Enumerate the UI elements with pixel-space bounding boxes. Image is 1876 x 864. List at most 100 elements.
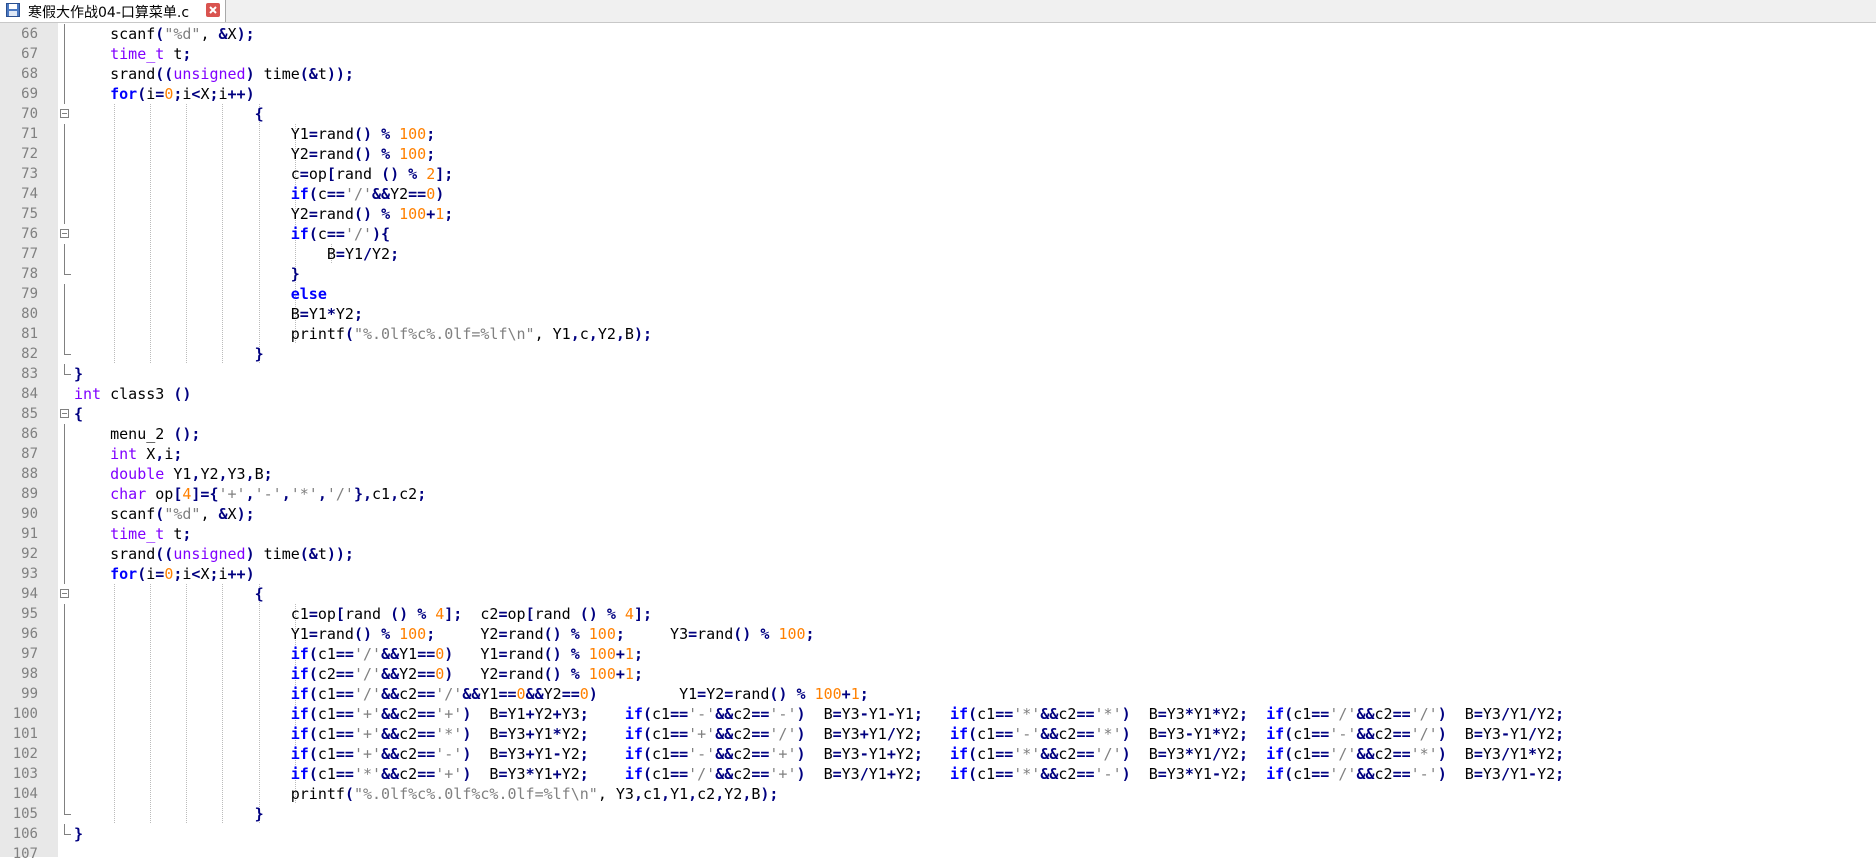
code-token: - xyxy=(886,705,896,723)
code-line[interactable]: 66 scanf("%d", &X); xyxy=(0,24,1876,44)
code-token: c1 xyxy=(1293,725,1312,743)
fold-toggle-icon[interactable] xyxy=(60,409,69,418)
code-line[interactable]: 107 xyxy=(0,844,1876,864)
code-token: () xyxy=(353,205,373,223)
code-line[interactable]: 77 B=Y1/Y2; xyxy=(0,244,1876,264)
code-token: , Y1 xyxy=(534,325,571,343)
code-line[interactable]: 76 if(c=='/'){ xyxy=(0,224,1876,244)
code-token: ; xyxy=(579,765,589,783)
code-token: if xyxy=(290,665,309,683)
code-text: time_t t; xyxy=(74,44,191,64)
code-line[interactable]: 83} xyxy=(0,364,1876,384)
code-line[interactable]: 90 scanf("%d", &X); xyxy=(0,504,1876,524)
code-token: () xyxy=(769,685,788,703)
code-line[interactable]: 82 } xyxy=(0,344,1876,364)
code-line[interactable]: 101 if(c1=='+'&&c2=='*') B=Y3+Y1*Y2; if(… xyxy=(0,724,1876,744)
fold-toggle-icon[interactable] xyxy=(60,229,69,238)
code-token: ; xyxy=(913,765,923,783)
code-token: == xyxy=(751,765,770,783)
code-line[interactable]: 70 { xyxy=(0,104,1876,124)
code-token: == xyxy=(1311,725,1330,743)
code-line[interactable]: 71 Y1=rand() % 100; xyxy=(0,124,1876,144)
code-line[interactable]: 104 printf("%.0lf%c%.0lf%c%.0lf=%lf\n", … xyxy=(0,784,1876,804)
code-line[interactable]: 98 if(c2=='/'&&Y2==0) Y2=rand() % 100+1; xyxy=(0,664,1876,684)
code-token: ; xyxy=(182,45,192,63)
code-token: + xyxy=(615,645,625,663)
code-line[interactable]: 73 c=op[rand () % 2]; xyxy=(0,164,1876,184)
code-text: Y2=rand() % 100; xyxy=(74,144,436,164)
code-line[interactable]: 69 for(i=0;i<X;i++) xyxy=(0,84,1876,104)
fold-line xyxy=(64,644,65,664)
fold-line xyxy=(64,604,65,624)
code-token: if xyxy=(950,705,969,723)
fold-line xyxy=(64,244,65,264)
code-line[interactable]: 75 Y2=rand() % 100+1; xyxy=(0,204,1876,224)
code-token: == xyxy=(1392,725,1411,743)
fold-line xyxy=(64,164,65,184)
code-token: ; xyxy=(426,625,436,643)
code-line[interactable]: 72 Y2=rand() % 100; xyxy=(0,144,1876,164)
code-token: ++) xyxy=(227,565,255,583)
code-token: rand xyxy=(534,605,580,623)
code-token: ( xyxy=(1284,725,1294,743)
code-token: menu_2 xyxy=(110,425,174,443)
code-line[interactable]: 96 Y1=rand() % 100; Y2=rand() % 100; Y3=… xyxy=(0,624,1876,644)
code-line[interactable]: 86 menu_2 (); xyxy=(0,424,1876,444)
code-line[interactable]: 103 if(c1=='*'&&c2=='+') B=Y3*Y1+Y2; if(… xyxy=(0,764,1876,784)
code-line[interactable]: 68 srand((unsigned) time(&t)); xyxy=(0,64,1876,84)
code-line[interactable]: 102 if(c1=='+'&&c2=='-') B=Y3+Y1-Y2; if(… xyxy=(0,744,1876,764)
code-token: ; xyxy=(1555,765,1565,783)
code-line[interactable]: 81 printf("%.0lf%c%.0lf=%lf\n", Y1,c,Y2,… xyxy=(0,324,1876,344)
code-token: ; xyxy=(426,125,436,143)
code-line[interactable]: 91 time_t t; xyxy=(0,524,1876,544)
code-line[interactable]: 84 int class3 () xyxy=(0,384,1876,404)
code-token: && xyxy=(1040,765,1059,783)
code-line[interactable]: 85 { xyxy=(0,404,1876,424)
code-token: == xyxy=(335,745,354,763)
code-line[interactable]: 79 else xyxy=(0,284,1876,304)
code-line[interactable]: 95 c1=op[rand () % 4]; c2=op[rand () % 4… xyxy=(0,604,1876,624)
code-line[interactable]: 87 int X,i; xyxy=(0,444,1876,464)
code-line[interactable]: 105 } xyxy=(0,804,1876,824)
code-token: % xyxy=(381,625,391,643)
code-token: c1 xyxy=(977,725,996,743)
code-token: / xyxy=(1211,745,1221,763)
tab-file[interactable]: 寒假大作战04-口算菜单.c xyxy=(0,0,226,22)
code-editor[interactable]: 66 scanf("%d", &X); 67 time_t t; 68 srand(… xyxy=(0,23,1876,862)
code-token: Y2 xyxy=(290,205,309,223)
code-token: Y1 xyxy=(1509,725,1529,743)
code-token: ){ xyxy=(372,225,391,243)
fold-end-marker xyxy=(64,804,71,815)
code-token: == xyxy=(335,705,354,723)
close-icon[interactable] xyxy=(206,3,220,17)
code-token: }, xyxy=(353,485,373,503)
code-line[interactable]: 89 char op[4]={'+','-','*','/'},c1,c2; xyxy=(0,484,1876,504)
code-line[interactable]: 67 time_t t; xyxy=(0,44,1876,64)
code-line[interactable]: 100 if(c1=='+'&&c2=='+') B=Y1+Y2+Y3; if(… xyxy=(0,704,1876,724)
fold-toggle-icon[interactable] xyxy=(60,589,69,598)
code-line[interactable]: 106} xyxy=(0,824,1876,844)
code-token: rand xyxy=(317,145,354,163)
code-line[interactable]: 92 srand((unsigned) time(&t)); xyxy=(0,544,1876,564)
code-token: "%.0lf%c%.0lf%c%.0lf=%lf\n" xyxy=(353,785,598,803)
code-token: ; xyxy=(1555,725,1565,743)
code-line[interactable]: 78 } xyxy=(0,264,1876,284)
code-line[interactable]: 94 { xyxy=(0,584,1876,604)
code-line[interactable]: 74 if(c=='/'&&Y2==0) xyxy=(0,184,1876,204)
fold-toggle-icon[interactable] xyxy=(60,109,69,118)
code-line[interactable]: 88 double Y1,Y2,Y3,B; xyxy=(0,464,1876,484)
code-token: Y1 xyxy=(480,685,499,703)
code-token: == xyxy=(1392,745,1411,763)
code-token: c1 xyxy=(317,685,336,703)
code-token: + xyxy=(525,725,535,743)
code-line[interactable]: 80 B=Y1*Y2; xyxy=(0,304,1876,324)
code-line[interactable]: 99 if(c1=='/'&&c2=='/'&&Y1==0&&Y2==0) Y1… xyxy=(0,684,1876,704)
code-line[interactable]: 97 if(c1=='/'&&Y1==0) Y1=rand() % 100+1; xyxy=(0,644,1876,664)
code-line[interactable]: 93 for(i=0;i<X;i++) xyxy=(0,564,1876,584)
code-token: c1 xyxy=(652,765,671,783)
